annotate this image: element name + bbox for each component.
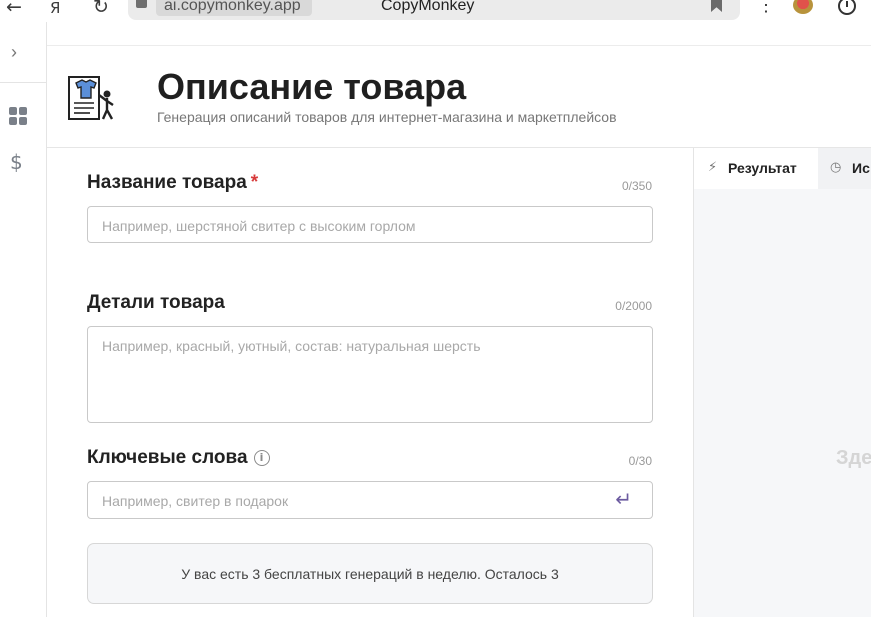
product-details-counter: 0/2000 bbox=[615, 299, 652, 313]
grid-icon[interactable] bbox=[9, 107, 27, 125]
tab-history-label: Ис bbox=[852, 160, 870, 176]
product-details-label: Детали товара bbox=[87, 292, 225, 314]
enter-icon[interactable]: ↵ bbox=[615, 488, 632, 510]
info-icon[interactable]: i bbox=[253, 449, 270, 466]
chevron-right-icon[interactable]: › bbox=[11, 42, 17, 62]
lock-icon bbox=[136, 0, 147, 8]
clock-icon: ◷ bbox=[830, 160, 842, 175]
keywords-input[interactable]: Например, свитер в подарок ↵ bbox=[87, 481, 653, 519]
yandex-icon[interactable]: Я bbox=[50, 0, 60, 19]
keywords-counter: 0/30 bbox=[628, 454, 652, 468]
product-description-logo-icon bbox=[68, 76, 114, 120]
more-menu-icon[interactable]: ⋮ bbox=[757, 0, 775, 15]
tab-history[interactable]: ◷ Ис bbox=[818, 148, 871, 189]
tab-result[interactable]: ⚡ Результат bbox=[694, 148, 818, 189]
product-name-counter: 0/350 bbox=[621, 179, 652, 193]
product-details-placeholder: Например, красный, уютный, состав: натур… bbox=[102, 338, 481, 354]
page-name: CopyMonkey bbox=[381, 0, 475, 14]
product-name-placeholder: Например, шерстяной свитер с высоким гор… bbox=[102, 218, 416, 234]
product-name-label: Название товара * bbox=[87, 172, 258, 194]
url-text[interactable]: ai.copymonkey.app bbox=[164, 0, 301, 16]
dollar-icon[interactable]: $ bbox=[10, 152, 23, 172]
page-subtitle: Генерация описаний товаров для интернет-… bbox=[157, 109, 617, 125]
free-generations-notice: У вас есть 3 бесплатных генераций в неде… bbox=[87, 543, 653, 604]
browser-toolbar: ← Я ↻ ai.copymonkey.app CopyMonkey ⋮ bbox=[0, 0, 871, 22]
page-title: Описание товара bbox=[157, 66, 467, 107]
left-sidebar: › $ bbox=[0, 22, 47, 617]
keywords-placeholder: Например, свитер в подарок bbox=[102, 493, 289, 509]
keywords-label: Ключевые слова i bbox=[87, 447, 270, 469]
sidebar-divider bbox=[0, 82, 46, 83]
tab-result-label: Результат bbox=[728, 160, 797, 176]
required-mark: * bbox=[250, 172, 259, 193]
top-divider bbox=[47, 45, 871, 46]
back-arrow-icon[interactable]: ← bbox=[6, 0, 22, 18]
extension-icon[interactable] bbox=[793, 0, 813, 14]
result-panel: ⚡ Результат ◷ Ис Зде bbox=[693, 148, 871, 617]
reload-icon[interactable]: ↻ bbox=[93, 0, 109, 18]
product-details-textarea[interactable]: Например, красный, уютный, состав: натур… bbox=[87, 326, 653, 423]
keywords-label-text: Ключевые слова bbox=[87, 447, 248, 468]
result-placeholder: Зде bbox=[836, 447, 871, 469]
lightning-icon: ⚡ bbox=[708, 160, 718, 175]
product-details-label-text: Детали товара bbox=[87, 292, 225, 313]
notice-text: У вас есть 3 бесплатных генераций в неде… bbox=[181, 566, 559, 582]
timer-icon[interactable] bbox=[838, 0, 856, 15]
product-name-label-text: Название товара bbox=[87, 172, 247, 193]
product-name-input[interactable]: Например, шерстяной свитер с высоким гор… bbox=[87, 206, 653, 243]
